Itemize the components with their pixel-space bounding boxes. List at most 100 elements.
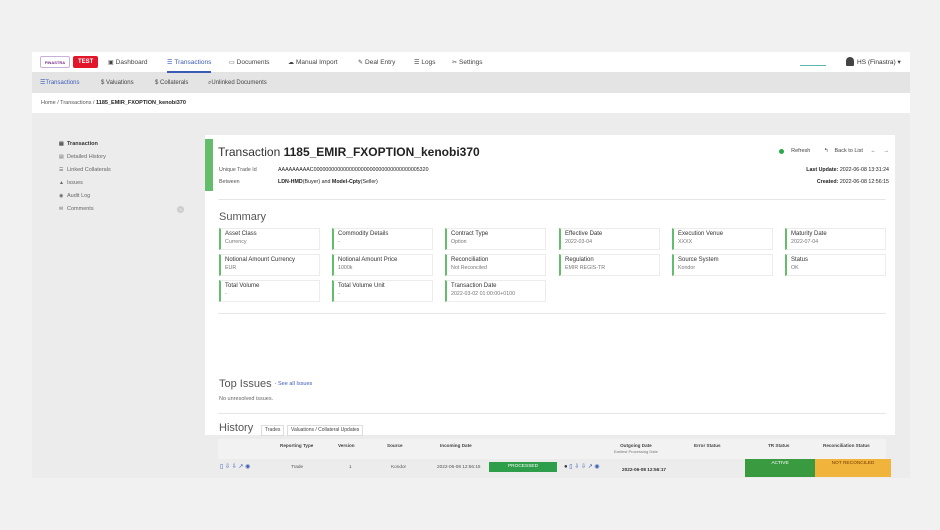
breadcrumb: Home / Transactions / 1185_EMIR_FXOPTION… <box>32 93 910 113</box>
edit-icon: ✎ <box>358 60 364 66</box>
eye-icon[interactable]: ◉ <box>594 464 599 470</box>
row-actions: ▯ ⇩ ⇩ ↗ ◉ <box>220 463 250 470</box>
divider <box>218 313 886 314</box>
recon-status-badge: NOT RECONCILED <box>815 459 891 477</box>
env-badge: TEST <box>73 56 99 68</box>
download-icon[interactable]: ⇩ <box>574 464 579 470</box>
table-row: ▯ ⇩ ⇩ ↗ ◉ Trade 1 Kondor 2022-06-08 12:5… <box>218 459 891 477</box>
col-incoming-date[interactable]: Incoming Date <box>440 443 472 448</box>
outgoing-actions: ● ▯ ⇩ ⇩ ↗ ◉ <box>564 463 600 470</box>
nav-logs[interactable]: ☰ Logs <box>414 52 436 73</box>
cell-reporting-type: Trade <box>291 464 304 469</box>
sidebar-item-linked-collaterals[interactable]: ☰ Linked Collaterals <box>59 164 184 177</box>
transaction-card: Transaction 1185_EMIR_FXOPTION_kenobi370… <box>205 135 895 477</box>
top-issues-title: Top Issues - See all Issues <box>219 378 313 390</box>
sidebar-item-detailed-history[interactable]: ▤ Detailed History <box>59 151 184 164</box>
last-update: Last Update: 2022-06-08 13:31:24 <box>806 167 889 173</box>
cell-version: 1 <box>349 464 352 469</box>
user-menu[interactable]: HS (Finastra) ▾ <box>846 52 901 73</box>
col-reconciliation-status[interactable]: Reconciliation Status <box>823 443 870 448</box>
nav-transactions[interactable]: ☰ Transactions <box>167 52 212 73</box>
sidebar-item-transaction[interactable]: ▤ Transaction <box>59 138 184 151</box>
external-link-icon[interactable]: ↗ <box>238 464 243 470</box>
summary-field-notional-price: Notional Amount Price 1000k <box>332 254 433 276</box>
status-dot-icon <box>778 148 784 154</box>
transaction-actions: Refresh ↰ Back to List ← → <box>773 148 889 160</box>
external-link-icon[interactable]: ↗ <box>588 464 593 470</box>
uti-label: Unique Trade Id <box>219 167 257 173</box>
summary-field-commodity-details: Commodity Details - <box>332 228 433 250</box>
status-accent-bar <box>205 139 213 191</box>
col-outgoing-date[interactable]: Outgoing Date Earliest Processing Date <box>614 443 658 454</box>
sidebar-item-issues[interactable]: ▲ Issues <box>59 177 184 190</box>
no-issues-text: No unresolved issues. <box>219 396 274 402</box>
file-icon[interactable]: ▯ <box>220 464 223 470</box>
list-icon: ☰ <box>59 167 64 173</box>
summary-field-status: Status OK <box>785 254 886 276</box>
history-title: History <box>219 422 254 434</box>
summary-field-regulation: Regulation EMIR REGIS-TR <box>559 254 660 276</box>
see-all-issues-link[interactable]: - See all Issues <box>275 381 313 387</box>
breadcrumb-current: 1185_EMIR_FXOPTION_kenobi370 <box>96 100 186 106</box>
col-error-status[interactable]: Error Status <box>694 443 721 448</box>
download-icon[interactable]: ⇩ <box>225 464 230 470</box>
col-source[interactable]: Source <box>387 443 403 448</box>
nav-dashboard[interactable]: ▣ Dashboard <box>108 52 147 73</box>
cell-outgoing-date: 2022-06-08 12:56:17 <box>622 467 667 472</box>
cell-source: Kondor <box>391 464 407 469</box>
summary-field-reconciliation: Reconciliation Not Reconciled <box>445 254 546 276</box>
summary-field-source-system: Source System Kondor <box>672 254 773 276</box>
breadcrumb-home[interactable]: Home <box>41 100 56 106</box>
eye-icon[interactable]: ◉ <box>245 464 250 470</box>
download-icon[interactable]: ⇩ <box>581 464 586 470</box>
history-table-header: Reporting Type Version Source Incoming D… <box>218 439 886 459</box>
uti-value: AAAAAAAAAC000000000000000000000000000000… <box>278 167 429 173</box>
nav-settings[interactable]: ✂ Settings <box>452 52 483 73</box>
briefcase-icon: ▣ <box>108 60 114 66</box>
caret-down-icon: ▾ <box>897 59 901 66</box>
summary-field-total-volume-unit: Total Volume Unit - <box>332 280 433 302</box>
detail-sidebar: ▤ Transaction ▤ Detailed History ☰ Linked C… <box>59 138 184 216</box>
back-to-list-button[interactable]: ↰ Back to List <box>818 148 863 154</box>
file-icon: ▤ <box>59 141 64 147</box>
col-version[interactable]: Version <box>338 443 355 448</box>
subnav-valuations[interactable]: $ Valuations <box>101 73 134 93</box>
subnav-transactions[interactable]: ☰Transactions <box>40 73 80 93</box>
created: Created: 2022-06-08 12:56:15 <box>816 179 889 185</box>
page-title: Transaction 1185_EMIR_FXOPTION_kenobi370 <box>218 145 480 159</box>
subnav-unlinked-documents[interactable]: ⌕Unlinked Documents <box>208 73 267 93</box>
reply-icon: ↰ <box>823 148 829 154</box>
nav-deal-entry[interactable]: ✎ Deal Entry <box>358 52 395 73</box>
tab-valuations-collateral[interactable]: Valuations / Collateral Updates <box>287 425 364 436</box>
col-tr-status[interactable]: TR Status <box>768 443 789 448</box>
col-reporting-type[interactable]: Reporting Type <box>280 443 313 448</box>
eye-icon: ◉ <box>59 193 64 199</box>
file-icon[interactable]: ▯ <box>569 464 572 470</box>
sidebar-item-audit-log[interactable]: ◉ Audit Log <box>59 190 184 203</box>
wrench-icon: ✂ <box>452 60 458 66</box>
nav-manual-import[interactable]: ☁ Manual Import <box>288 52 338 73</box>
top-navbar: FINASTRA TEST ▣ Dashboard ☰ Transactions ▭… <box>32 52 910 73</box>
between-label: Between <box>219 179 240 185</box>
cell-incoming-date: 2022-06-08 12:56:15 <box>437 464 481 469</box>
cloud-upload-icon: ☁ <box>288 60 294 66</box>
breadcrumb-transactions[interactable]: Transactions <box>60 100 91 106</box>
download-icon[interactable]: ⇩ <box>232 464 237 470</box>
nav-documents[interactable]: ▭ Documents <box>229 52 270 73</box>
inbox-icon: ▭ <box>229 60 235 66</box>
summary-field-maturity-date: Maturity Date 2022-07-04 <box>785 228 886 250</box>
summary-field-contract-type: Contract Type Option <box>445 228 546 250</box>
tab-trades[interactable]: Trades <box>261 425 285 436</box>
subnav-collaterals[interactable]: $ Collaterals <box>155 73 188 93</box>
nav-progress-line <box>800 65 826 66</box>
sidebar-item-comments[interactable]: ✉ Comments 0 <box>59 203 184 216</box>
finastra-logo[interactable]: FINASTRA <box>40 56 70 68</box>
next-button[interactable]: → <box>884 148 890 154</box>
refresh-button[interactable]: Refresh <box>791 148 810 154</box>
user-avatar-icon <box>846 57 854 66</box>
dollar-icon: $ <box>155 80 159 86</box>
summary-field-transaction-date: Transaction Date 2022-03-02 01:00:00+0100 <box>445 280 546 302</box>
prev-button[interactable]: ← <box>870 148 876 154</box>
list-icon: ☰ <box>167 60 173 66</box>
info-icon[interactable]: ● <box>564 464 568 470</box>
